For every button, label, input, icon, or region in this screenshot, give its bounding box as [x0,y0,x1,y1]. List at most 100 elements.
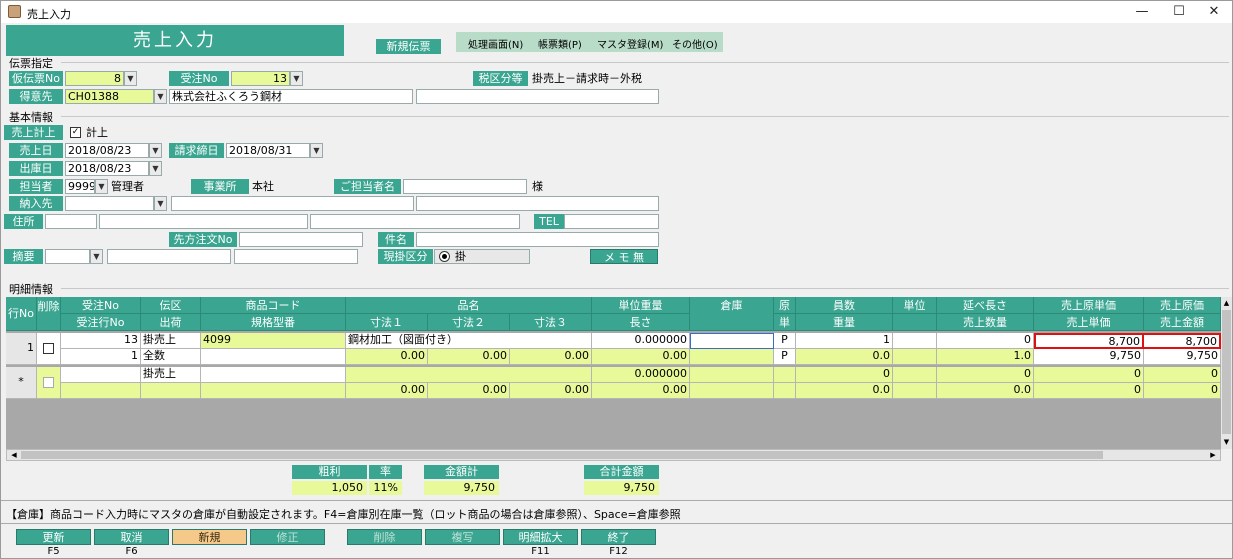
new-cell-ship[interactable] [141,383,201,399]
cell-sales-qty[interactable]: 1.0 [937,349,1034,365]
new-cell-sales-qty[interactable]: 0.0 [937,383,1034,399]
subject-field[interactable] [416,232,659,247]
new-cell-weight[interactable]: 0.0 [796,383,893,399]
cell-product-code[interactable]: 4099 [201,333,346,349]
scroll-up-icon[interactable]: ▲ [1221,297,1232,309]
new-cell-sales-amount[interactable]: 0 [1144,383,1221,399]
menu-other[interactable]: その他(O) [672,36,718,51]
delivery-dropdown[interactable]: ▼ [154,196,167,211]
temp-no-dropdown[interactable]: ▼ [124,71,137,86]
cell-unit[interactable] [893,333,937,349]
memo-code-field[interactable] [45,249,90,264]
customer-code-field[interactable]: CH01388 [65,89,154,104]
new-cell-length[interactable]: 0.00 [592,383,690,399]
cell-unit-weight[interactable]: 0.000000 [592,333,690,349]
new-cell-gen[interactable] [774,367,796,383]
cell-tan[interactable]: P [774,349,796,365]
order-no-field[interactable]: 13 [231,71,290,86]
new-cell-order-line[interactable] [61,383,141,399]
new-cell-warehouse[interactable] [690,367,774,383]
new-cell-warehouse2[interactable] [690,383,774,399]
sales-post-checkbox[interactable]: ✓ [70,127,81,138]
close-button[interactable]: ✕ [1200,3,1228,21]
scroll-left-icon[interactable]: ◀ [8,450,20,460]
memo1-field[interactable] [107,249,231,264]
new-cell-product-code[interactable] [201,367,346,383]
cell-gen[interactable]: P [774,333,796,349]
cell-sales-unit[interactable]: 9,750 [1034,349,1144,365]
address2-field[interactable] [310,214,520,229]
new-button[interactable]: 新規 [172,529,247,545]
contact-field[interactable] [403,179,527,194]
billing-close-dropdown[interactable]: ▼ [310,143,323,158]
edit-button[interactable]: 修正 [250,529,325,545]
new-cell-dim1[interactable]: 0.00 [346,383,428,399]
billing-close-field[interactable]: 2018/08/31 [226,143,310,158]
vertical-scrollbar[interactable]: ▲ ▼ [1221,297,1232,449]
menu-master[interactable]: マスタ登録(M) [597,36,663,51]
cell-cost-unit[interactable]: 8,700 [1034,333,1144,349]
customer-name2-field[interactable] [416,89,659,104]
horizontal-scrollbar[interactable]: ◀ ▶ [6,449,1221,461]
new-cell-order-no[interactable] [61,367,141,383]
cust-order-field[interactable] [239,232,363,247]
cell-warehouse[interactable] [690,333,774,349]
staff-dropdown[interactable]: ▼ [95,179,108,194]
scroll-thumb[interactable] [1222,310,1231,434]
zip-field[interactable] [45,214,97,229]
new-cell-spec[interactable] [201,383,346,399]
cell-cost[interactable]: 8,700 [1144,333,1221,349]
order-no-dropdown[interactable]: ▼ [290,71,303,86]
cell-spec[interactable] [201,349,346,365]
cell-length[interactable]: 0.00 [592,349,690,365]
new-cell-total-length[interactable]: 0 [937,367,1034,383]
new-cell-tan[interactable] [774,383,796,399]
delivery-name2-field[interactable] [416,196,659,211]
row-delete-checkbox[interactable] [43,343,54,354]
memo2-field[interactable] [234,249,358,264]
update-button[interactable]: 更新 [16,529,91,545]
exit-button[interactable]: 終了 [581,529,656,545]
cell-dim2[interactable]: 0.00 [428,349,510,365]
new-cell-dim3[interactable]: 0.00 [510,383,592,399]
new-cell-type[interactable]: 掛売上 [141,367,201,383]
new-cell-cost-unit[interactable]: 0 [1034,367,1144,383]
menu-process[interactable]: 処理画面(N) [468,36,523,51]
temp-no-field[interactable]: 8 [65,71,124,86]
cell-ship[interactable]: 全数 [141,349,201,365]
ship-date-field[interactable]: 2018/08/23 [65,161,149,176]
scroll-right-icon[interactable]: ▶ [1207,450,1219,460]
customer-dropdown[interactable]: ▼ [154,89,167,104]
memo-dropdown[interactable]: ▼ [90,249,103,264]
sales-date-field[interactable]: 2018/08/23 [65,143,149,158]
maximize-button[interactable]: ☐ [1165,3,1193,21]
cell-warehouse2[interactable] [690,349,774,365]
delete-button[interactable]: 削除 [347,529,422,545]
cell-dim1[interactable]: 0.00 [346,349,428,365]
cancel-button[interactable]: 取消 [94,529,169,545]
tel-field[interactable] [564,214,659,229]
new-cell-unit[interactable] [893,367,937,383]
cell-order-line[interactable]: 1 [61,349,141,365]
delivery-code-field[interactable] [65,196,154,211]
cell-type[interactable]: 掛売上 [141,333,201,349]
expand-detail-button[interactable]: 明細拡大 [503,529,578,545]
new-cell-unit2[interactable] [893,383,937,399]
new-cell-unit-weight[interactable]: 0.000000 [592,367,690,383]
staff-code-field[interactable]: 9999 [65,179,95,194]
new-cell-cost[interactable]: 0 [1144,367,1221,383]
h-scroll-thumb[interactable] [21,451,1103,459]
delivery-name-field[interactable] [171,196,414,211]
sales-date-dropdown[interactable]: ▼ [149,143,162,158]
memo-button[interactable]: メ モ 無 [590,249,658,264]
new-row-delete-checkbox[interactable] [43,377,54,388]
cell-sales-amount[interactable]: 9,750 [1144,349,1221,365]
customer-name-field[interactable]: 株式会社ふくろう鋼材 [169,89,413,104]
address1-field[interactable] [99,214,308,229]
cell-unit2[interactable] [893,349,937,365]
ship-date-dropdown[interactable]: ▼ [149,161,162,176]
cell-dim3[interactable]: 0.00 [510,349,592,365]
new-cell-product-name[interactable] [346,367,592,383]
new-cell-qty[interactable]: 0 [796,367,893,383]
cell-order-no[interactable]: 13 [61,333,141,349]
